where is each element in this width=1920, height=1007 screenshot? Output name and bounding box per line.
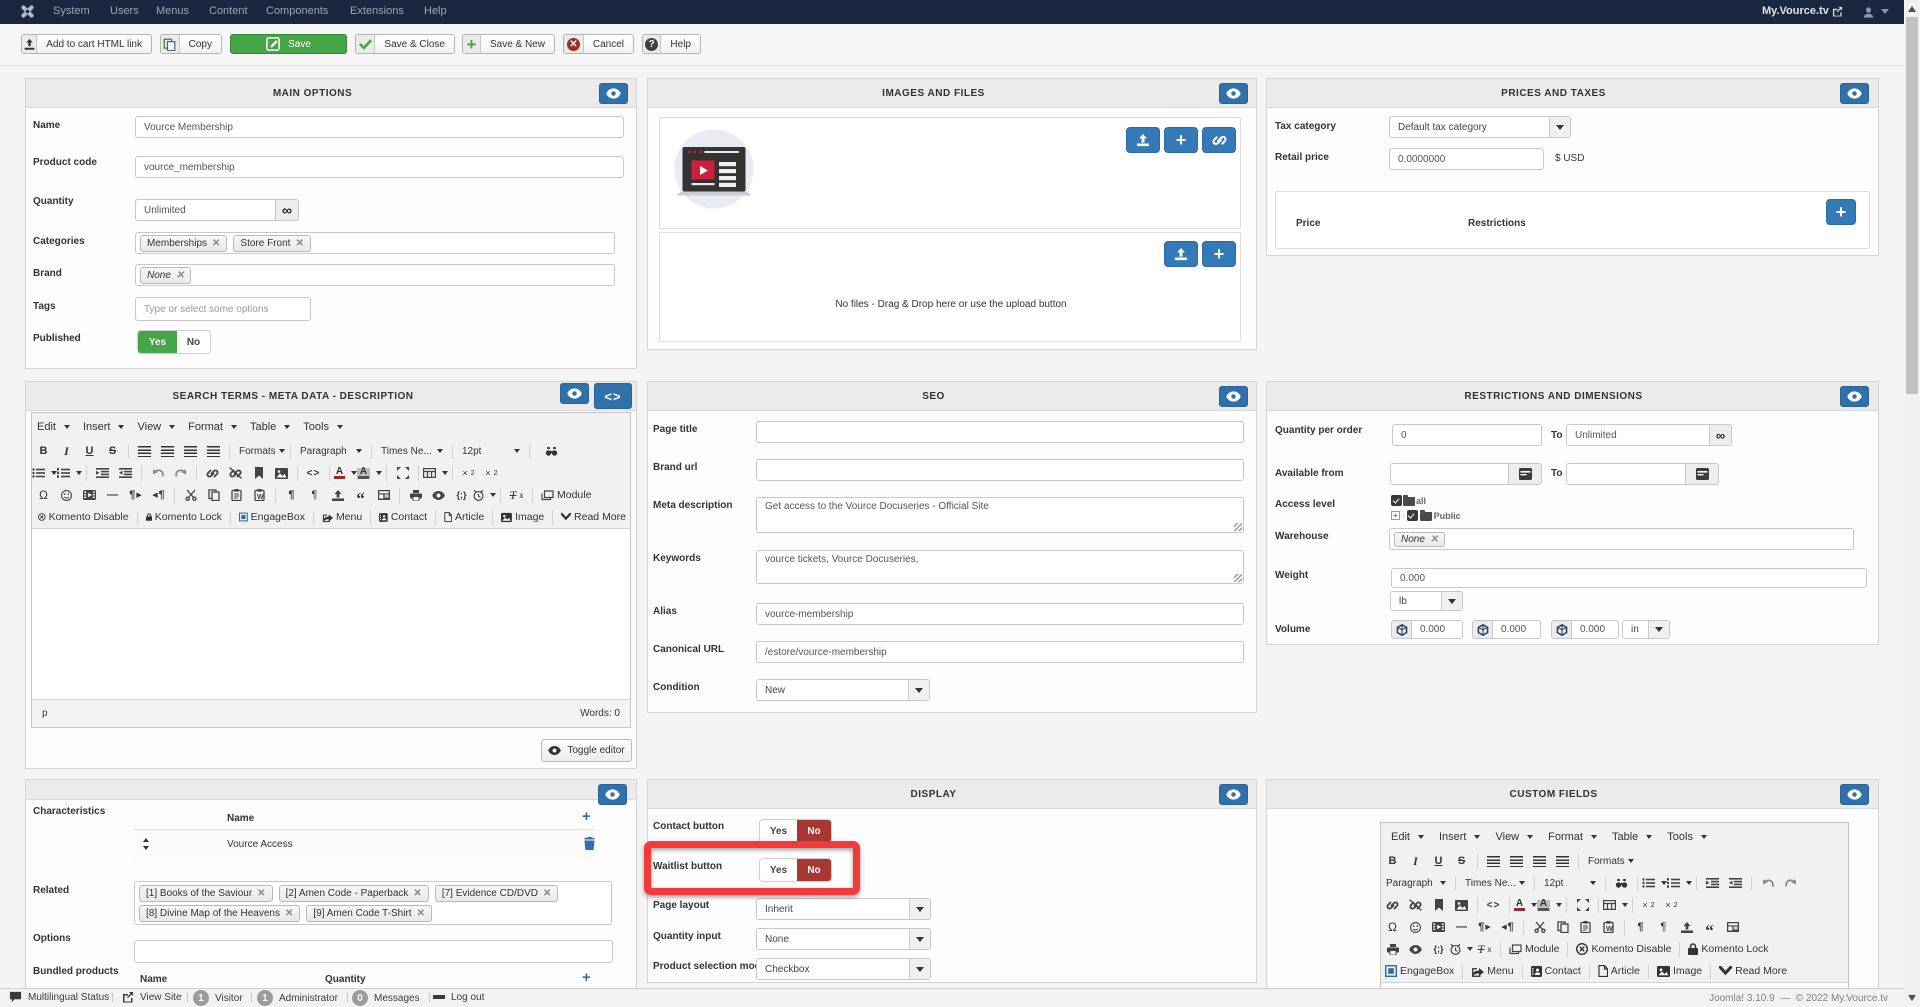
svg-text:W: W [257,494,264,501]
svg-text:W: W [1606,926,1613,933]
